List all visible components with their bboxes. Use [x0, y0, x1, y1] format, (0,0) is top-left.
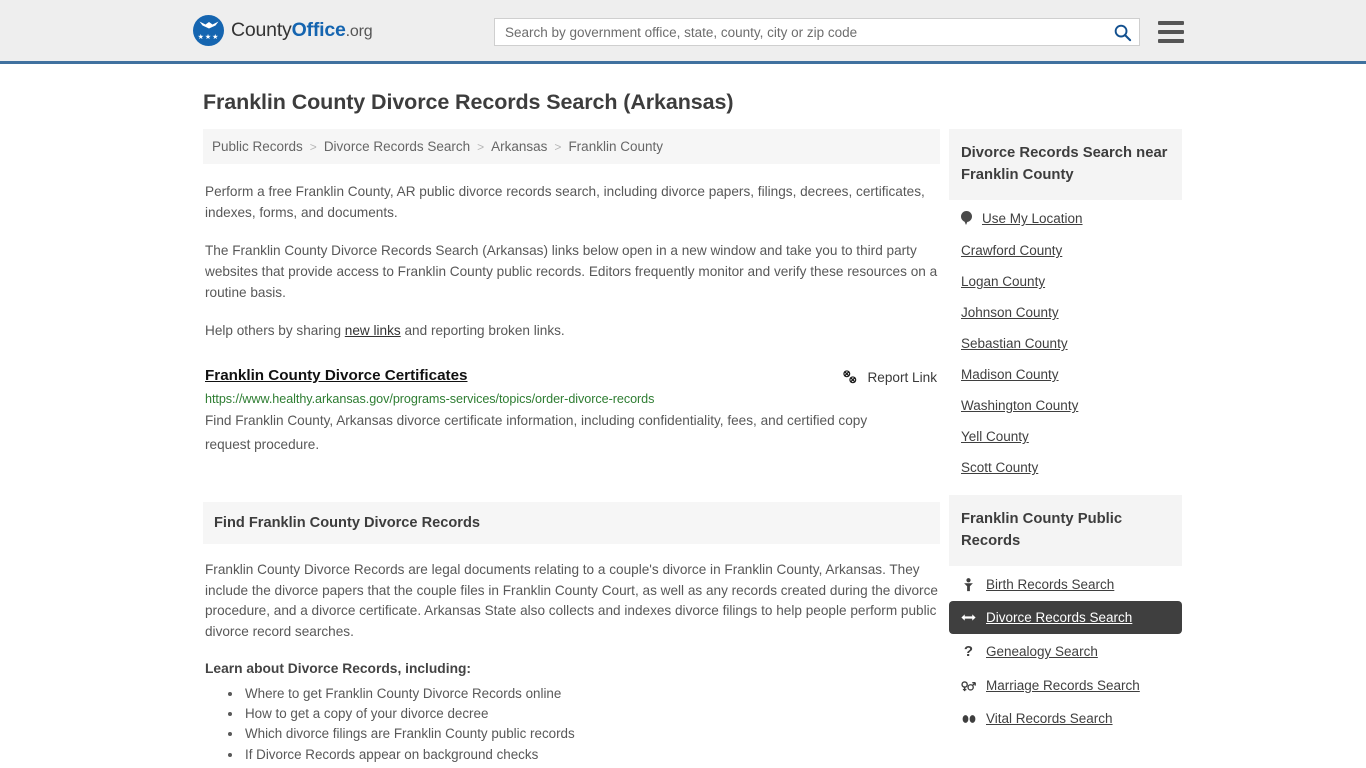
breadcrumb-item-arkansas[interactable]: Arkansas: [491, 139, 547, 154]
header-search-area: [494, 18, 1184, 46]
list-item: How to get a copy of your divorce decree: [243, 704, 940, 724]
use-my-location-label: Use My Location: [982, 211, 1083, 226]
nearby-counties-panel: Divorce Records Search near Franklin Cou…: [949, 129, 1182, 483]
report-link-button[interactable]: Report Link: [842, 369, 937, 385]
baby-icon: [961, 577, 976, 592]
sidebar-item-label: Marriage Records Search: [986, 678, 1140, 693]
page-container: Franklin County Divorce Records Search (…: [0, 90, 1366, 768]
left-right-arrow-glyph: [961, 614, 976, 621]
learn-about-list: Where to get Franklin County Divorce Rec…: [203, 684, 940, 768]
sidebar-item-yell-county[interactable]: Yell County: [949, 421, 1182, 452]
sidebar-item-johnson-county[interactable]: Johnson County: [949, 297, 1182, 328]
hamburger-bar-1: [1158, 21, 1184, 25]
sidebar-item-crawford-county[interactable]: Crawford County: [949, 235, 1182, 266]
list-item: Which divorce filings are Franklin Count…: [243, 724, 940, 744]
eagle-shield-logo-icon: ★★★: [193, 15, 224, 46]
footprints-glyph: [962, 714, 975, 723]
search-input[interactable]: [495, 19, 1105, 45]
breadcrumb-separator-1: >: [309, 139, 317, 154]
new-links-link[interactable]: new links: [345, 323, 401, 338]
sidebar-item-label: Birth Records Search: [986, 577, 1115, 592]
breadcrumb-item-divorce-records-search[interactable]: Divorce Records Search: [324, 139, 470, 154]
breadcrumb-item-franklin-county: Franklin County: [568, 139, 663, 154]
share-text-before: Help others by sharing: [205, 323, 345, 338]
list-item: If Divorce Records appear on background …: [243, 745, 940, 765]
result-title-link[interactable]: Franklin County Divorce Certificates: [205, 367, 467, 384]
hamburger-menu-icon[interactable]: [1158, 21, 1184, 43]
sidebar-item-marriage-records-search[interactable]: Marriage Records Search: [949, 669, 1182, 702]
site-logo-link[interactable]: ★★★ CountyOffice.org: [193, 15, 373, 46]
nearby-panel-title: Divorce Records Search near Franklin Cou…: [949, 129, 1182, 200]
sidebar: Divorce Records Search near Franklin Cou…: [949, 129, 1182, 735]
brand-wordmark: CountyOffice.org: [231, 19, 373, 42]
sidebar-item-vital-records-search[interactable]: Vital Records Search: [949, 702, 1182, 735]
venus-mars-icon: [961, 679, 976, 693]
breadcrumb-item-public-records[interactable]: Public Records: [212, 139, 303, 154]
sidebar-item-washington-county[interactable]: Washington County: [949, 390, 1182, 421]
map-pin-icon: [961, 211, 972, 226]
result-header-row: Franklin County Divorce Certificates Rep…: [205, 367, 940, 385]
breadcrumb-separator-2: >: [477, 139, 485, 154]
section-body-text: Franklin County Divorce Records are lega…: [205, 562, 938, 639]
result-description: Find Franklin County, Arkansas divorce c…: [205, 413, 868, 452]
sidebar-item-divorce-records-search[interactable]: Divorce Records Search: [949, 601, 1182, 634]
sidebar-item-madison-county[interactable]: Madison County: [949, 359, 1182, 390]
public-records-panel-title: Franklin County Public Records: [949, 495, 1182, 566]
sidebar-item-birth-records-search[interactable]: Birth Records Search: [949, 568, 1182, 601]
public-records-panel: Franklin County Public Records Birth Rec…: [949, 495, 1182, 735]
broken-link-icon: [843, 370, 857, 384]
sidebar-item-scott-county[interactable]: Scott County: [949, 452, 1182, 483]
brand-part-office: Office: [291, 19, 346, 41]
hamburger-bar-2: [1158, 30, 1184, 34]
breadcrumb: Public Records > Divorce Records Search …: [203, 129, 940, 164]
footprints-icon: [961, 713, 976, 725]
sidebar-item-genealogy-search[interactable]: ? Genealogy Search: [949, 634, 1182, 669]
question-mark-icon: ?: [963, 643, 974, 660]
baby-glyph: [964, 577, 973, 591]
site-header: ★★★ CountyOffice.org: [0, 0, 1366, 64]
venus-mars-glyph: [961, 680, 976, 691]
brand-part-county: County: [231, 19, 292, 41]
report-link-label: Report Link: [867, 369, 937, 385]
hamburger-bar-3: [1158, 39, 1184, 43]
use-my-location-item[interactable]: Use My Location: [949, 202, 1182, 235]
search-icon: [1114, 24, 1131, 41]
intro-paragraph-1: Perform a free Franklin County, AR publi…: [205, 184, 925, 220]
result-url: https://www.healthy.arkansas.gov/program…: [205, 392, 655, 406]
intro-paragraph-3: Help others by sharing new links and rep…: [205, 320, 940, 341]
logo-stars: ★★★: [197, 34, 220, 41]
main-content-column: Public Records > Divorce Records Search …: [203, 129, 940, 768]
sidebar-item-logan-county[interactable]: Logan County: [949, 266, 1182, 297]
sidebar-item-sebastian-county[interactable]: Sebastian County: [949, 328, 1182, 359]
sidebar-item-label: Genealogy Search: [986, 644, 1098, 659]
page-title: Franklin County Divorce Records Search (…: [203, 90, 734, 114]
share-text-after: and reporting broken links.: [400, 323, 565, 338]
intro-paragraph-2: The Franklin County Divorce Records Sear…: [205, 243, 938, 300]
brand-part-org: .org: [345, 23, 373, 40]
eagle-icon: [199, 21, 218, 29]
left-right-arrow-icon: [961, 612, 976, 623]
sidebar-item-label: Vital Records Search: [986, 711, 1113, 726]
content-columns: Public Records > Divorce Records Search …: [203, 129, 1182, 768]
sidebar-item-label: Divorce Records Search: [986, 610, 1133, 625]
search-box: [494, 18, 1140, 46]
search-result-item: Franklin County Divorce Certificates Rep…: [205, 367, 940, 457]
section-subheading: Learn about Divorce Records, including:: [205, 661, 472, 676]
public-records-list: Birth Records Search Divorce Records Sea…: [949, 568, 1182, 735]
search-button[interactable]: [1105, 19, 1139, 45]
list-item: Where to get Franklin County Divorce Rec…: [243, 684, 940, 704]
section-heading: Find Franklin County Divorce Records: [203, 502, 940, 544]
nearby-list: Use My Location Crawford County Logan Co…: [949, 202, 1182, 483]
breadcrumb-separator-3: >: [554, 139, 562, 154]
